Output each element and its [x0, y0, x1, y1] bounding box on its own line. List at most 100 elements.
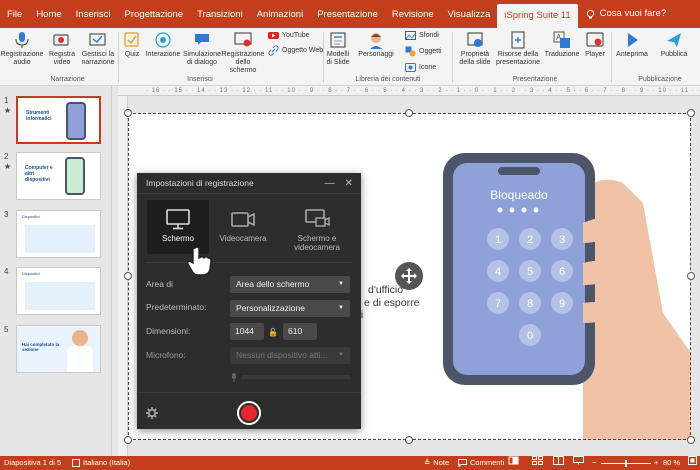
translation-icon: A	[553, 31, 570, 48]
level-bar	[242, 375, 350, 379]
thumbnail-image	[25, 225, 95, 253]
zoom-level[interactable]: 80 %	[663, 456, 680, 470]
player-button[interactable]: Player	[584, 31, 606, 59]
pubblica-button[interactable]: Pubblica	[658, 31, 690, 59]
risorse-presentazione-button[interactable]: Risorse della presentazione	[495, 31, 541, 67]
fit-slide-button[interactable]	[688, 456, 697, 465]
tab-progettazione[interactable]: Progettazione	[118, 0, 191, 28]
slide-thumbnail[interactable]: 2 ★ Computer e altri dispositivi	[4, 152, 101, 200]
resize-handle[interactable]	[687, 436, 695, 444]
tab-home[interactable]: Home	[29, 0, 68, 28]
slide-thumbnail[interactable]: 3 Dispositivi	[4, 210, 101, 258]
icons-icon	[405, 63, 416, 72]
slide-counter: Diapositiva 1 di 5	[4, 458, 62, 467]
notes-label: Note	[433, 458, 450, 467]
zoom-out-button[interactable]: −	[592, 456, 596, 470]
slide-sorter-button[interactable]	[532, 456, 543, 465]
tab-ispring-suite[interactable]: iSpring Suite 11	[497, 4, 578, 28]
tell-me-search[interactable]: Cosa vuoi fare?	[578, 0, 674, 28]
area-dropdown[interactable]: Area dello schermo ▼	[230, 276, 350, 293]
risorse-label: Risorse della presentazione	[496, 51, 540, 66]
resize-handle[interactable]	[405, 109, 413, 117]
lock-aspect-icon[interactable]: 🔓	[268, 328, 278, 337]
interazione-button[interactable]: Interazione	[146, 31, 180, 59]
normal-view-button[interactable]	[508, 456, 519, 465]
settings-gear-icon[interactable]	[146, 407, 158, 419]
tab-revisione[interactable]: Revisione	[385, 0, 441, 28]
registra-video-button[interactable]: Registra video	[45, 31, 79, 67]
lightbulb-icon	[586, 9, 594, 19]
youtube-label: YouTube	[282, 32, 310, 39]
tab-presentazione[interactable]: Presentazione	[310, 0, 385, 28]
width-input[interactable]: 1044	[230, 323, 264, 340]
group-separator	[323, 32, 324, 82]
resize-handle[interactable]	[687, 109, 695, 117]
zoom-in-button[interactable]: +	[654, 456, 658, 470]
oggetto-web-button[interactable]: Oggetto Web	[268, 45, 323, 56]
record-dot	[241, 405, 257, 421]
thumbnail-title: Strumenti informatici	[26, 110, 52, 122]
link-icon	[268, 45, 279, 56]
slide-thumbnail[interactable]: 5 Hai completato la sezione	[4, 325, 101, 373]
resize-handle[interactable]	[405, 436, 413, 444]
move-handle[interactable]	[395, 262, 423, 290]
oggetti-button[interactable]: Oggetti	[405, 46, 442, 57]
resize-handle[interactable]	[124, 436, 132, 444]
tab-inserisci[interactable]: Inserisci	[69, 0, 118, 28]
anteprima-button[interactable]: Anteprima	[614, 31, 650, 59]
registrazione-audio-button[interactable]: Registrazione audio	[0, 31, 44, 67]
slideshow-button[interactable]	[573, 456, 584, 465]
sfondi-button[interactable]: Sfondi	[405, 30, 439, 41]
quiz-button[interactable]: Quiz	[121, 31, 143, 59]
mode-label: Schermo	[161, 234, 194, 243]
height-input[interactable]: 610	[283, 323, 317, 340]
reading-view-button[interactable]	[553, 456, 564, 465]
traduzione-button[interactable]: A Traduzione	[543, 31, 581, 59]
record-button[interactable]	[237, 401, 261, 425]
interazione-label: Interazione	[145, 51, 181, 58]
simulazione-label: Simulazione di dialogo	[182, 51, 222, 66]
slide-thumbnail[interactable]: 4 Dispositivi	[4, 267, 101, 315]
dropdown-arrow-icon: ▼	[338, 281, 344, 287]
proprieta-slide-button[interactable]: Proprietà della slide	[456, 31, 494, 67]
phone-illustration	[66, 102, 86, 140]
resize-handle[interactable]	[124, 272, 132, 280]
registrazione-schermo-button[interactable]: Registrazione dello schermo	[222, 31, 264, 75]
resize-handle[interactable]	[687, 272, 695, 280]
tab-animazioni[interactable]: Animazioni	[250, 0, 310, 28]
thumbnail-title: Dispositivi	[22, 271, 41, 276]
thumbnail-image	[25, 282, 95, 310]
dialog-title-bar: Impostazioni di registrazione — ✕	[137, 173, 361, 194]
personaggi-button[interactable]: Personaggi	[355, 31, 397, 59]
modelli-slide-button[interactable]: Modelli di Slide	[325, 31, 351, 67]
icone-button[interactable]: Icone	[405, 62, 436, 73]
mode-videocamera[interactable]: Videocamera	[212, 200, 274, 254]
minimize-icon[interactable]: —	[325, 173, 335, 194]
divider	[137, 392, 361, 393]
notes-button[interactable]: ≜ Note	[424, 456, 449, 470]
resize-handle[interactable]	[124, 109, 132, 117]
slide-number: 3	[4, 210, 9, 219]
registrazione-audio-label: Registrazione audio	[0, 51, 44, 66]
preset-dropdown[interactable]: Personalizzazione ▼	[230, 300, 350, 317]
youtube-icon	[268, 32, 279, 39]
language-indicator[interactable]: Italiano (Italia)	[72, 456, 130, 470]
mode-label: Videocamera	[219, 234, 267, 243]
mode-schermo-videocamera[interactable]: Schermo e videocamera	[282, 200, 352, 254]
group-separator	[611, 32, 612, 82]
zoom-thumb[interactable]	[625, 459, 627, 467]
simulazione-dialogo-button[interactable]: Simulazione di dialogo	[183, 31, 221, 67]
gestisci-narrazione-button[interactable]: Gestisci la narrazione	[80, 31, 116, 67]
fit-to-window-icon	[688, 456, 697, 465]
keypad-digit: 7	[495, 298, 501, 310]
zoom-slider[interactable]	[601, 456, 651, 470]
tab-file[interactable]: File	[0, 0, 29, 28]
comments-button[interactable]: Commenti	[458, 456, 504, 470]
tab-transizioni[interactable]: Transizioni	[190, 0, 250, 28]
close-icon[interactable]: ✕	[345, 173, 353, 194]
tab-visualizza[interactable]: Visualizza	[441, 0, 498, 28]
youtube-button[interactable]: YouTube	[268, 30, 310, 41]
microphone-dropdown[interactable]: Nessun dispositivo atti... ▼	[230, 347, 350, 364]
slide-thumbnail[interactable]: 1 ★ Strumenti informatici	[4, 96, 101, 144]
player-label: Player	[585, 51, 605, 58]
